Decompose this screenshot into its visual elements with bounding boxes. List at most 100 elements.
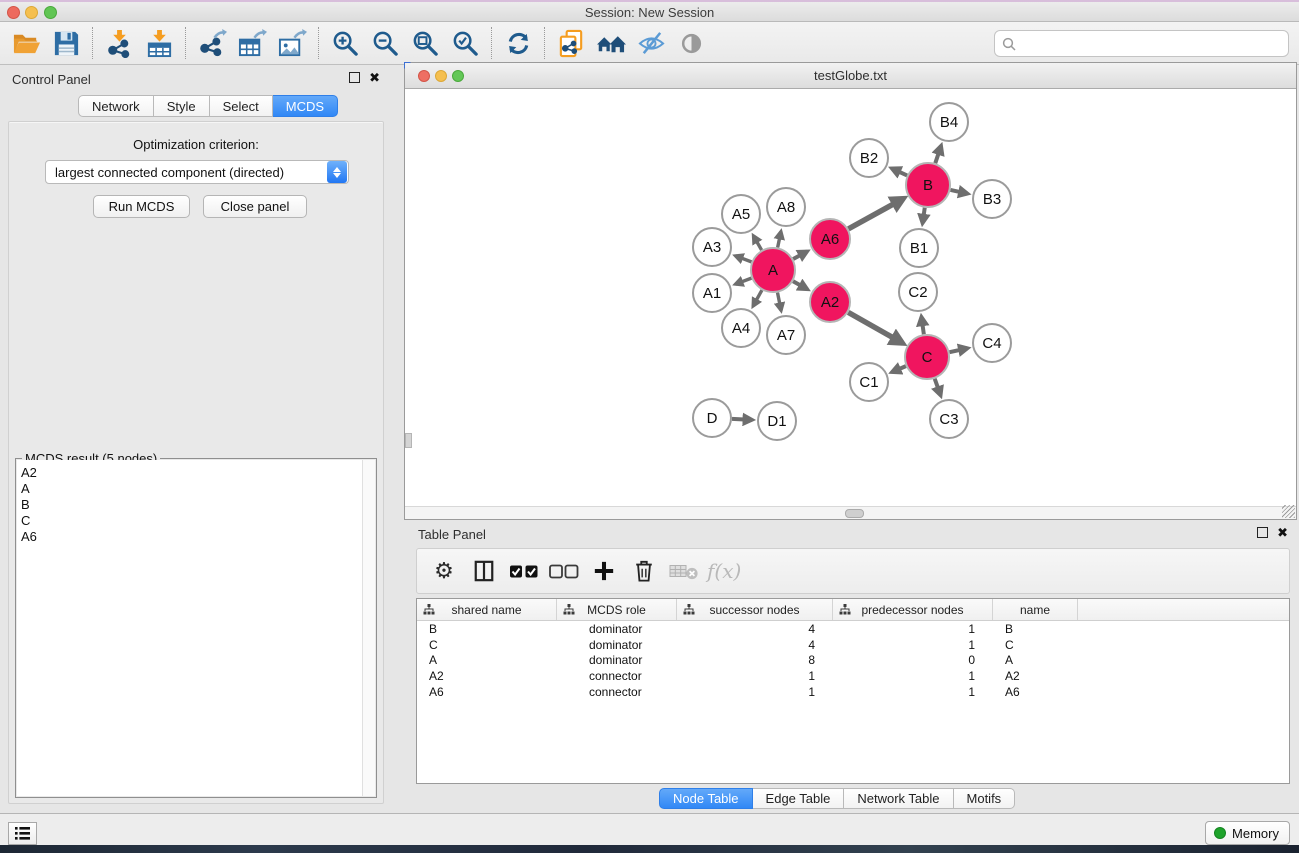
edge-A-A8[interactable] (778, 231, 781, 247)
delete-column-button[interactable] (627, 554, 661, 588)
refresh-button[interactable] (501, 26, 535, 60)
export-image-button[interactable] (275, 26, 309, 60)
table-row[interactable]: A6connector11A6 (417, 684, 1289, 700)
edge-C-C1[interactable] (892, 366, 906, 372)
tab-network[interactable]: Network (78, 95, 154, 117)
close-panel-button[interactable]: Close panel (203, 195, 307, 218)
cell-MCDS-role[interactable]: dominator (557, 653, 677, 667)
edge-C-C3[interactable] (935, 379, 941, 396)
cell-MCDS-role[interactable]: dominator (557, 638, 677, 652)
node-D[interactable]: D (693, 399, 731, 437)
cell-predecessor-nodes[interactable]: 1 (833, 685, 993, 699)
tab-mcds[interactable]: MCDS (273, 95, 338, 117)
optimization-criterion-dropdown[interactable]: largest connected component (directed) (45, 160, 349, 184)
close-table-panel-icon[interactable]: ✖ (1277, 527, 1288, 538)
node-A8[interactable]: A8 (767, 188, 805, 226)
cell-shared-name[interactable]: A6 (417, 685, 557, 699)
memory-button[interactable]: Memory (1205, 821, 1290, 845)
mcds-result-item[interactable]: A (21, 481, 375, 497)
float-table-panel-icon[interactable] (1257, 527, 1268, 538)
horizontal-scrollbar[interactable] (405, 506, 1296, 519)
mcds-result-list[interactable]: A2ABCA6 (17, 460, 375, 796)
select-all-columns-button[interactable] (507, 554, 541, 588)
cell-successor-nodes[interactable]: 4 (677, 638, 833, 652)
edge-B-B1[interactable] (923, 208, 925, 223)
column-header-shared-name[interactable]: shared name (417, 599, 557, 620)
show-graphics-details-button[interactable] (674, 26, 708, 60)
zoom-in-button[interactable] (328, 26, 362, 60)
edge-A-A5[interactable] (753, 236, 761, 250)
open-file-button[interactable] (9, 26, 43, 60)
node-A6[interactable]: A6 (810, 219, 850, 259)
cell-predecessor-nodes[interactable]: 0 (833, 653, 993, 667)
edge-B-B4[interactable] (935, 146, 941, 163)
cell-predecessor-nodes[interactable]: 1 (833, 622, 993, 636)
node-B2[interactable]: B2 (850, 139, 888, 177)
node-A4[interactable]: A4 (722, 309, 760, 347)
vertical-scroll-thumb[interactable] (405, 433, 412, 448)
column-header-MCDS-role[interactable]: MCDS role (557, 599, 677, 620)
column-header-name[interactable]: name (993, 599, 1078, 620)
export-network-button[interactable] (195, 26, 229, 60)
edge-B-B2[interactable] (892, 168, 907, 175)
table-row[interactable]: A2connector11A2 (417, 668, 1289, 684)
edge-C-C4[interactable] (949, 348, 967, 352)
show-tasks-button[interactable] (8, 822, 37, 845)
tab-node-table[interactable]: Node Table (659, 788, 753, 809)
cell-shared-name[interactable]: A (417, 653, 557, 667)
mcds-result-item[interactable]: C (21, 513, 375, 529)
cell-name[interactable]: C (993, 638, 1078, 652)
edge-A-A7[interactable] (778, 293, 782, 311)
edge-D-D1[interactable] (732, 419, 752, 420)
import-table-button[interactable] (142, 26, 176, 60)
zoom-selected-button[interactable] (448, 26, 482, 60)
tab-edge-table[interactable]: Edge Table (753, 788, 845, 809)
node-C1[interactable]: C1 (850, 363, 888, 401)
cell-shared-name[interactable]: C (417, 638, 557, 652)
tab-network-table[interactable]: Network Table (844, 788, 953, 809)
node-A7[interactable]: A7 (767, 316, 805, 354)
node-B4[interactable]: B4 (930, 103, 968, 141)
node-A3[interactable]: A3 (693, 228, 731, 266)
zoom-fit-button[interactable] (408, 26, 442, 60)
cell-successor-nodes[interactable]: 1 (677, 685, 833, 699)
node-C2[interactable]: C2 (899, 273, 937, 311)
node-C3[interactable]: C3 (930, 400, 968, 438)
tab-motifs[interactable]: Motifs (954, 788, 1016, 809)
cell-successor-nodes[interactable]: 4 (677, 622, 833, 636)
result-scrollbar[interactable] (362, 460, 375, 796)
search-input[interactable] (1016, 36, 1288, 51)
settings-gear-button[interactable]: ⚙ (427, 554, 461, 588)
edge-B-B3[interactable] (950, 190, 967, 194)
horizontal-scroll-thumb[interactable] (845, 509, 864, 518)
cell-MCDS-role[interactable]: connector (557, 669, 677, 683)
close-panel-icon[interactable]: ✖ (369, 72, 380, 83)
edge-A-A6[interactable] (793, 251, 807, 259)
cell-name[interactable]: B (993, 622, 1078, 636)
cell-name[interactable]: A6 (993, 685, 1078, 699)
cell-name[interactable]: A2 (993, 669, 1078, 683)
node-A1[interactable]: A1 (693, 274, 731, 312)
node-A5[interactable]: A5 (722, 195, 760, 233)
edge-A2-C[interactable] (848, 312, 902, 343)
node-D1[interactable]: D1 (758, 402, 796, 440)
mcds-result-item[interactable]: A2 (21, 465, 375, 481)
node-B1[interactable]: B1 (900, 229, 938, 267)
home-button[interactable] (594, 26, 628, 60)
node-A[interactable]: A (751, 248, 795, 292)
mcds-result-item[interactable]: B (21, 497, 375, 513)
column-header-predecessor-nodes[interactable]: predecessor nodes (833, 599, 993, 620)
edge-A-A1[interactable] (735, 278, 751, 284)
add-column-button[interactable] (587, 554, 621, 588)
hide-network-button[interactable] (634, 26, 668, 60)
cell-MCDS-role[interactable]: dominator (557, 622, 677, 636)
network-window-titlebar[interactable]: testGlobe.txt (405, 63, 1296, 89)
cell-successor-nodes[interactable]: 1 (677, 669, 833, 683)
cell-predecessor-nodes[interactable]: 1 (833, 669, 993, 683)
edge-A-A4[interactable] (753, 290, 762, 306)
export-table-button[interactable] (235, 26, 269, 60)
table-row[interactable]: Adominator80A (417, 653, 1289, 669)
tab-style[interactable]: Style (154, 95, 210, 117)
cell-name[interactable]: A (993, 653, 1078, 667)
float-panel-icon[interactable] (349, 72, 360, 83)
